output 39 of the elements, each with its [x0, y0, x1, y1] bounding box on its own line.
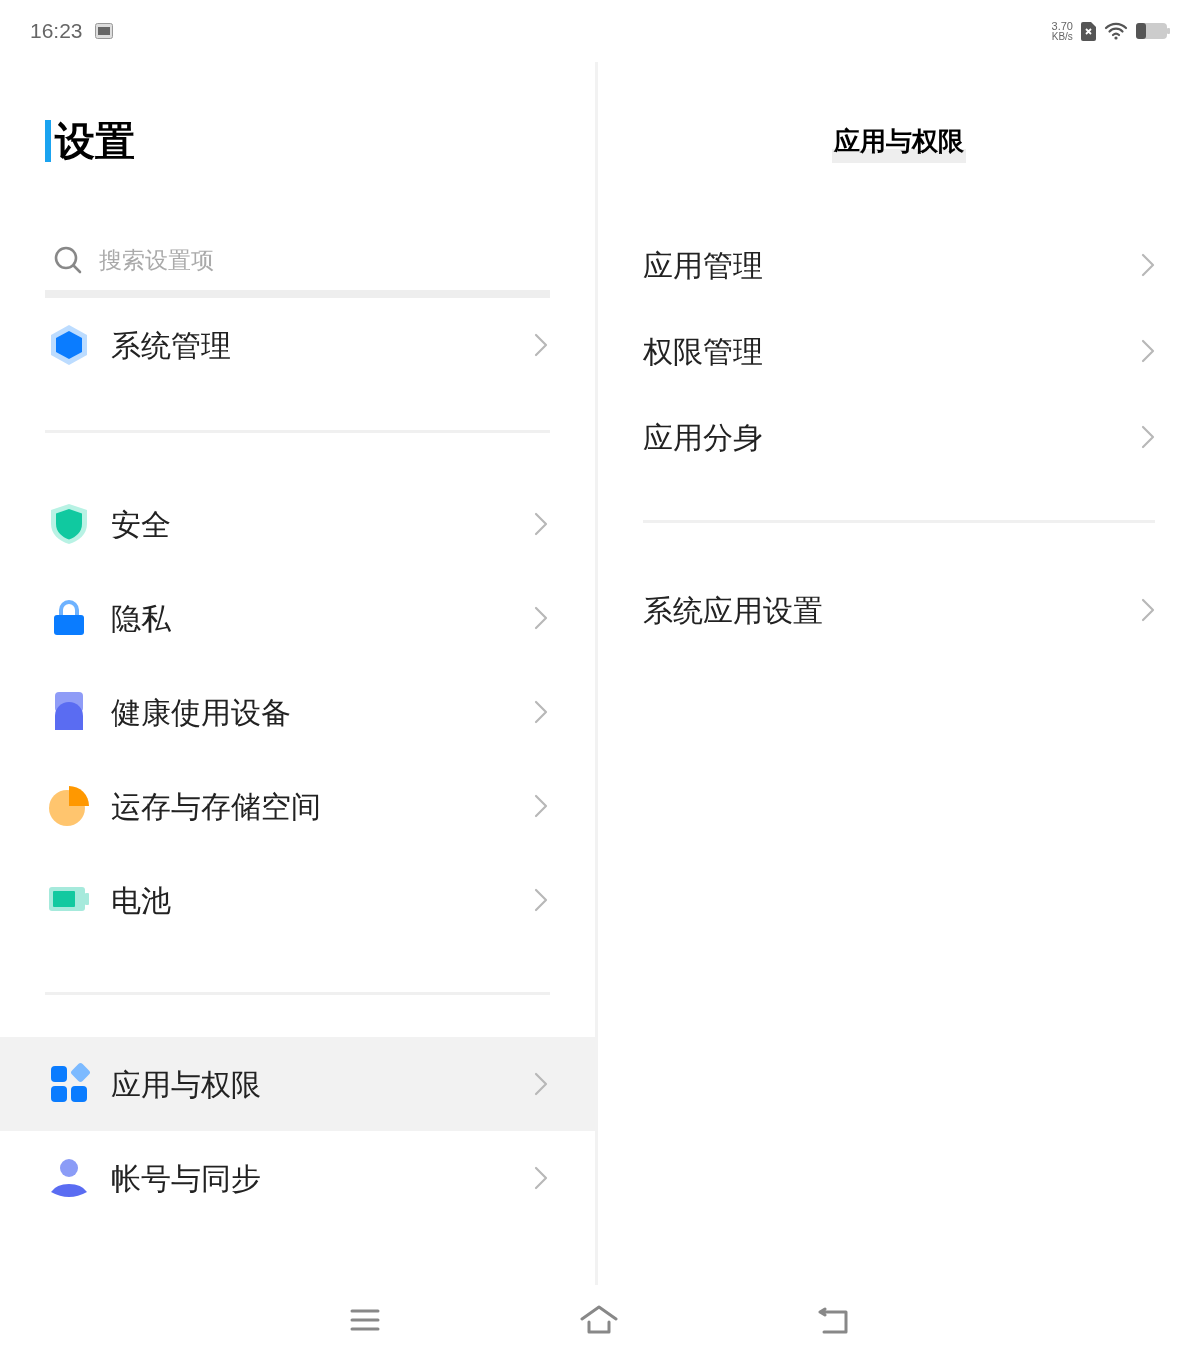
- settings-item[interactable]: 帐号与同步: [0, 1131, 595, 1225]
- settings-item[interactable]: 安全: [0, 477, 595, 571]
- back-icon[interactable]: [818, 1306, 850, 1334]
- network-speed: 3.70: [1051, 20, 1073, 32]
- settings-item[interactable]: 应用与权限: [0, 1037, 595, 1131]
- search-icon: [53, 245, 83, 275]
- settings-item[interactable]: 电池: [0, 853, 595, 947]
- chevron-right-icon: [1141, 253, 1155, 277]
- detail-item[interactable]: 系统应用设置: [643, 567, 1155, 653]
- no-sim-icon: [1081, 21, 1096, 41]
- pie-chart-icon: [47, 784, 91, 828]
- detail-item[interactable]: 应用分身: [643, 394, 1155, 480]
- chevron-right-icon: [1141, 425, 1155, 449]
- settings-item[interactable]: 健康使用设备: [0, 665, 595, 759]
- network-speed-unit: KB/s: [1051, 31, 1073, 42]
- clock: 16:23: [30, 18, 83, 45]
- chevron-right-icon: [534, 794, 548, 818]
- settings-item[interactable]: 隐私: [0, 571, 595, 665]
- home-icon[interactable]: [580, 1305, 618, 1335]
- chevron-right-icon: [534, 333, 548, 357]
- menu-icon[interactable]: [350, 1308, 380, 1332]
- chevron-right-icon: [534, 606, 548, 630]
- chevron-right-icon: [1141, 598, 1155, 622]
- chevron-right-icon: [534, 888, 548, 912]
- search-field[interactable]: 搜索设置项: [99, 242, 550, 278]
- notification-icon: [94, 23, 113, 39]
- battery-status-icon: [1136, 22, 1170, 40]
- chevron-right-icon: [1141, 339, 1155, 363]
- chevron-right-icon: [534, 1072, 548, 1096]
- chevron-right-icon: [534, 700, 548, 724]
- title-accent-bar: [45, 120, 51, 162]
- chevron-right-icon: [534, 512, 548, 536]
- chevron-right-icon: [534, 1166, 548, 1190]
- detail-item[interactable]: 权限管理: [643, 308, 1155, 394]
- wifi-icon: [1104, 22, 1128, 40]
- page-title: 设置: [55, 121, 135, 161]
- detail-item[interactable]: 应用管理: [643, 222, 1155, 308]
- settings-item[interactable]: 运存与存储空间: [0, 759, 595, 853]
- settings-item[interactable]: 系统管理: [0, 298, 595, 392]
